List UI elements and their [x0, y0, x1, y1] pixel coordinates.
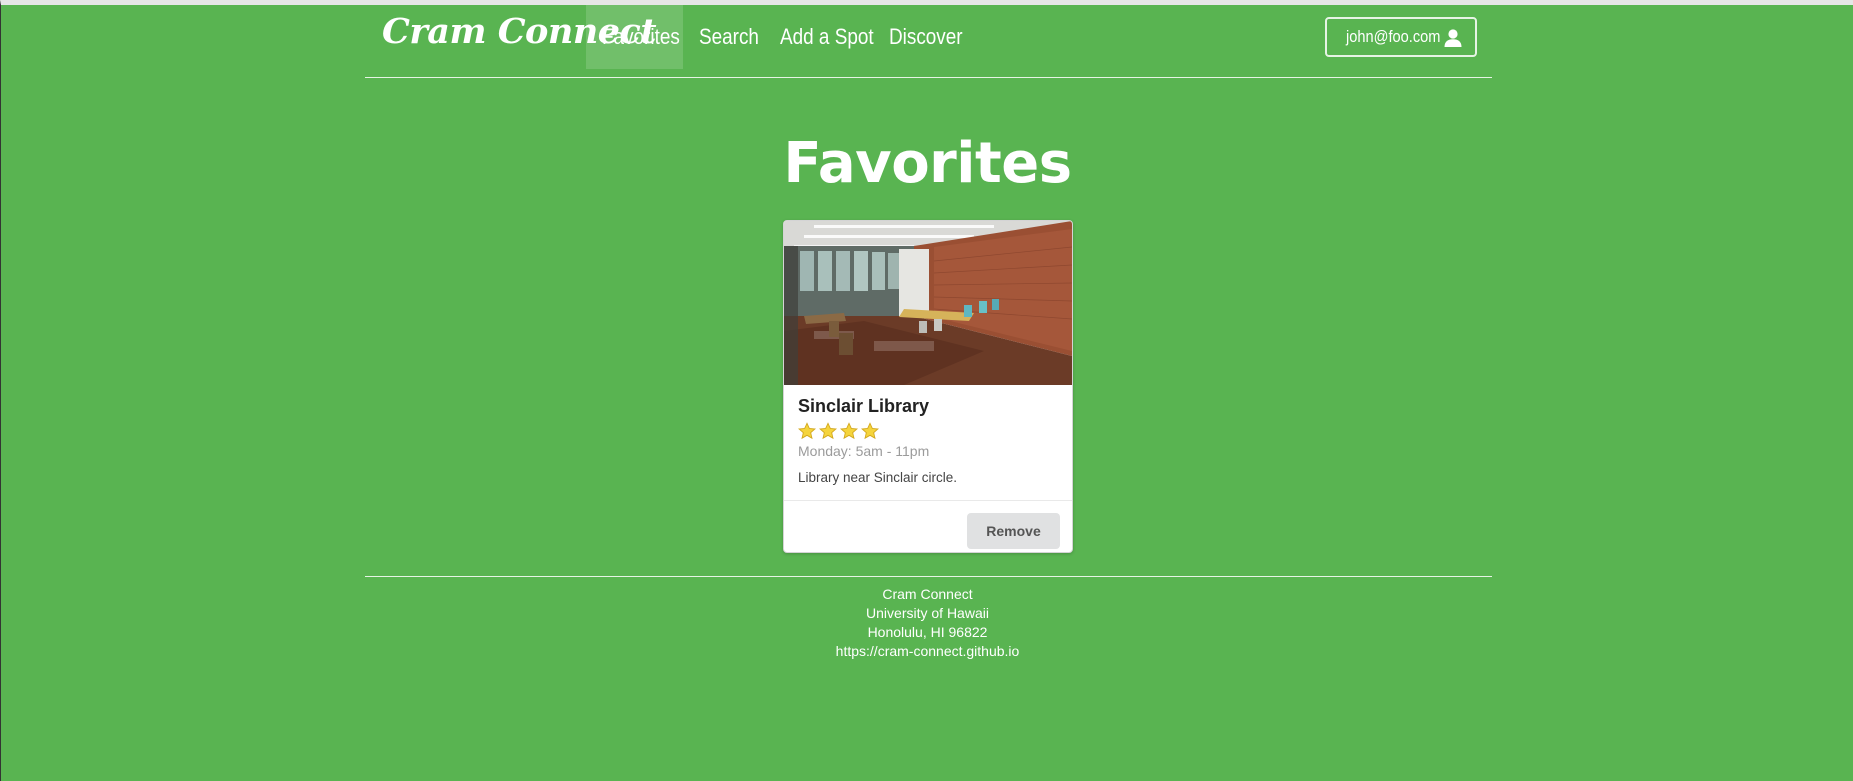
user-icon — [1444, 29, 1462, 47]
favorite-card: Sinclair Library Monday: 5am - 11pm Libr… — [783, 220, 1073, 553]
study-spot-photo — [784, 221, 1072, 385]
star-icon — [798, 422, 816, 440]
nav-item-favorites[interactable]: Favorites — [602, 5, 680, 69]
footer: Cram Connect University of Hawaii Honolu… — [1, 585, 1853, 661]
nav-item-search[interactable]: Search — [699, 5, 759, 69]
library-room-illustration — [784, 221, 1072, 385]
user-email: john@foo.com — [1346, 27, 1441, 46]
footer-website-link[interactable]: https://cram-connect.github.io — [1, 642, 1853, 661]
spot-description: Library near Sinclair circle. — [798, 470, 958, 485]
spot-name: Sinclair Library — [798, 396, 930, 416]
footer-university: University of Hawaii — [866, 605, 989, 621]
star-rating — [798, 422, 882, 440]
footer-app-name: Cram Connect — [882, 586, 973, 602]
nav-item-discover[interactable]: Discover — [889, 5, 963, 69]
remove-favorite-button[interactable]: Remove — [967, 513, 1060, 549]
star-icon — [840, 422, 858, 440]
user-menu-button[interactable]: john@foo.com — [1325, 17, 1477, 57]
star-icon — [861, 422, 879, 440]
footer-divider — [365, 576, 1492, 577]
top-navbar: Cram Connect Favorites Search Add a Spot… — [365, 5, 1492, 78]
star-icon — [819, 422, 837, 440]
page-title: Favorites — [783, 131, 1072, 196]
spot-hours: Monday: 5am - 11pm — [798, 443, 930, 459]
footer-address: Honolulu, HI 96822 — [867, 624, 988, 640]
nav-item-add-a-spot[interactable]: Add a Spot — [780, 5, 874, 69]
card-divider — [784, 500, 1072, 501]
